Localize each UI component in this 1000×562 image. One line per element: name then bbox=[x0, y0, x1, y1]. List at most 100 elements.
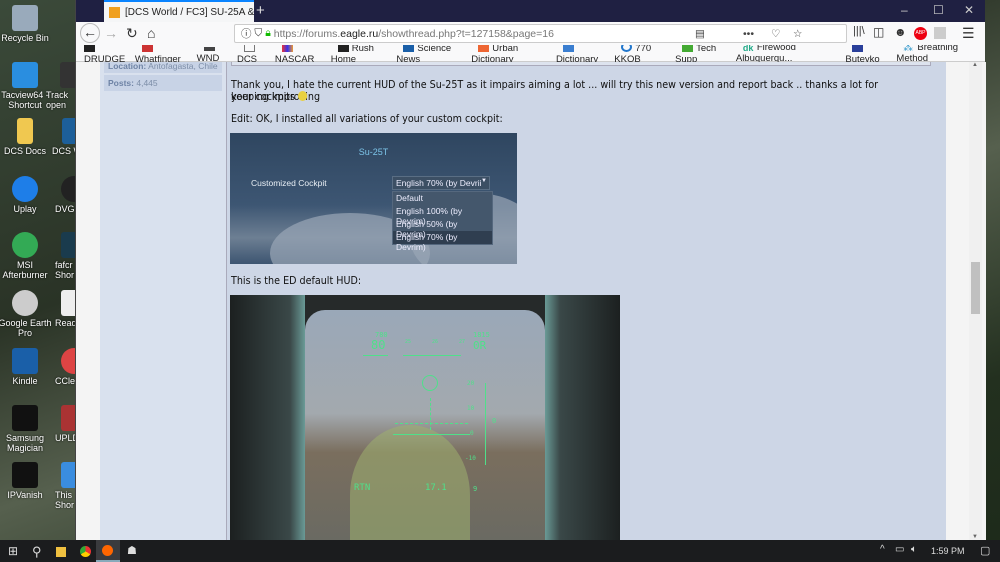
kindle-icon bbox=[12, 348, 38, 374]
cockpit-frame-left bbox=[230, 295, 305, 540]
hud-heading-scale: 25 26 27 bbox=[405, 339, 465, 345]
hud-line bbox=[363, 355, 388, 356]
page-actions-icon[interactable]: ••• bbox=[743, 28, 754, 40]
pocket-icon[interactable]: ♡ bbox=[771, 28, 780, 40]
desktop-icon[interactable]: DCS Docs bbox=[0, 118, 54, 156]
post-text-line2: your cockpits bbox=[231, 91, 308, 103]
account-icon[interactable]: ☻ bbox=[894, 25, 907, 39]
post-text: Edit: OK, I installed all variations of … bbox=[231, 113, 503, 125]
posts-row: Posts: 4,445 bbox=[104, 75, 222, 91]
bookmark[interactable]: ⁂ Breathing Method bbox=[896, 42, 985, 64]
bookmark[interactable]: dk Firewood Albuquerqu... bbox=[736, 42, 846, 64]
google-earth-icon bbox=[12, 290, 38, 316]
maximize-button[interactable]: ☐ bbox=[933, 3, 944, 17]
desktop-icon[interactable]: Uplay bbox=[0, 176, 54, 214]
dropdown-option[interactable]: Default bbox=[393, 192, 492, 205]
cockpit-dropdown[interactable]: English 70% (by Devrii ▼ bbox=[392, 176, 490, 190]
desktop-icon[interactable]: Kindle bbox=[0, 348, 54, 386]
forward-button[interactable]: → bbox=[104, 25, 118, 41]
favicon-icon bbox=[109, 6, 120, 18]
hud-text: 0 bbox=[470, 430, 474, 437]
bookmarks-toolbar: DRUDGE Whatfinger WND DCS NASCAR Rush Ho… bbox=[76, 41, 985, 65]
hud-text: 10 bbox=[467, 405, 475, 412]
menu-icon[interactable]: ☰ bbox=[962, 25, 975, 42]
hud-vertical-scale bbox=[485, 383, 486, 465]
post-text: Thank you, I hate the current HUD of the… bbox=[231, 79, 879, 103]
windows-start-icon[interactable]: ⊞ bbox=[8, 544, 18, 558]
extension-icon[interactable] bbox=[934, 27, 946, 39]
search-icon[interactable]: ⚲ bbox=[32, 544, 42, 560]
bookmark-star-icon[interactable]: ☆ bbox=[793, 28, 802, 40]
lock-icon: 🔒︎ bbox=[265, 27, 271, 39]
dropdown-option-selected[interactable]: English 70% (by Devrim) bbox=[393, 231, 492, 252]
post-text: This is the ED default HUD: bbox=[231, 275, 362, 287]
nav-bar: ← → ↻ ⌂ ⓘ ⛉ 🔒︎ https://forums. eagle.ru/s… bbox=[76, 22, 985, 45]
new-tab-button[interactable]: + bbox=[256, 2, 265, 19]
location-row: Location: Antofagasta, Chile bbox=[104, 62, 222, 73]
chrome-icon[interactable] bbox=[80, 546, 91, 557]
scrollbar-thumb[interactable] bbox=[971, 262, 980, 314]
hud-screenshot: 780 80 1815 0R 25 26 27 20 10 0 -10 0 RTN … bbox=[230, 295, 620, 540]
hud-mode: RTN bbox=[354, 483, 371, 493]
samsung-magician-icon bbox=[12, 405, 38, 431]
dropdown-option[interactable]: English 100% (by Devrim) bbox=[393, 205, 492, 226]
page-content: Location: Antofagasta, Chile Posts: 4,44… bbox=[76, 62, 986, 540]
hud-line bbox=[395, 423, 468, 424]
clock[interactable]: 1:59 PM bbox=[931, 546, 965, 556]
vertical-scrollbar[interactable]: ▲ ▼ bbox=[969, 62, 982, 540]
chevron-down-icon: ▼ bbox=[481, 178, 487, 184]
hud-text: 9 bbox=[473, 485, 478, 493]
reload-button[interactable]: ↻ bbox=[126, 25, 138, 42]
setting-label: Customized Cockpit bbox=[251, 178, 327, 188]
smiley-icon bbox=[298, 91, 308, 101]
desktop-icon[interactable]: Recycle Bin bbox=[0, 5, 54, 43]
hud-text: 1815 bbox=[473, 331, 490, 339]
show-hidden-icons[interactable]: ^ bbox=[880, 544, 885, 555]
tracking-shield-icon[interactable]: ⛉ bbox=[254, 27, 262, 40]
taskbar: ⊞ ⚲ ☗ ^ ▭ 🔈︎ 1:59 PM ▢ bbox=[0, 540, 1000, 562]
hud-range: 17.1 bbox=[425, 483, 447, 493]
desktop-icon[interactable]: MSI Afterburner bbox=[0, 232, 54, 280]
cockpit-frame-right bbox=[545, 295, 620, 540]
hud-line bbox=[403, 355, 461, 356]
wnd-icon bbox=[203, 47, 215, 51]
library-icon[interactable]: |||\ bbox=[853, 25, 865, 37]
browser-window: [DCS World / FC3] SU-25A & SU✕ + – ☐ ✕ ←… bbox=[75, 0, 986, 540]
home-button[interactable]: ⌂ bbox=[147, 25, 155, 41]
info-icon[interactable]: ⓘ bbox=[241, 26, 252, 41]
dropdown-list: Default English 100% (by Devrim) English… bbox=[392, 191, 493, 252]
dropdown-option[interactable]: English 50% (by Devrim) bbox=[393, 218, 492, 239]
close-window-button[interactable]: ✕ bbox=[964, 3, 974, 17]
folder-icon bbox=[17, 118, 33, 144]
adblock-plus-icon[interactable]: ABP bbox=[914, 27, 927, 40]
hud-aiming-circle bbox=[422, 375, 438, 391]
hud-text: -10 bbox=[465, 455, 476, 462]
sidebar-toggle-icon[interactable]: ◫ bbox=[873, 25, 884, 39]
file-explorer-icon[interactable] bbox=[56, 547, 66, 557]
msi-afterburner-icon bbox=[12, 232, 38, 258]
app-icon[interactable]: ☗ bbox=[127, 544, 137, 557]
firefox-icon bbox=[102, 545, 113, 556]
recycle-bin-icon bbox=[12, 5, 38, 31]
hud-line bbox=[430, 398, 431, 430]
reader-view-icon[interactable]: ▤ bbox=[695, 28, 705, 40]
desktop-icon[interactable]: Google Earth Pro bbox=[0, 290, 54, 338]
quote-box bbox=[231, 62, 931, 66]
minimize-button[interactable]: – bbox=[901, 3, 908, 17]
firefox-taskbar-button[interactable] bbox=[96, 540, 120, 562]
scroll-up-icon[interactable]: ▲ bbox=[972, 62, 978, 68]
back-button[interactable]: ← bbox=[80, 23, 100, 43]
tacview-icon bbox=[12, 62, 38, 88]
url-bar[interactable]: ⓘ ⛉ 🔒︎ https://forums. eagle.ru/showthrea… bbox=[234, 24, 847, 43]
post-body: Thank you, I hate the current HUD of the… bbox=[226, 62, 946, 540]
hud-text: 0 bbox=[492, 417, 497, 425]
aircraft-title: Su-25T bbox=[358, 147, 389, 157]
network-icon[interactable]: ▭ bbox=[895, 544, 904, 555]
ipvanish-icon bbox=[12, 462, 38, 488]
volume-icon[interactable]: 🔈︎ bbox=[911, 544, 917, 555]
desktop-icon[interactable]: IPVanish bbox=[0, 462, 54, 500]
hud-speed: 80 bbox=[371, 338, 386, 352]
notifications-icon[interactable]: ▢ bbox=[980, 544, 990, 557]
desktop-icon[interactable]: Samsung Magician bbox=[0, 405, 54, 453]
tab-active[interactable]: [DCS World / FC3] SU-25A & SU✕ bbox=[104, 0, 254, 22]
